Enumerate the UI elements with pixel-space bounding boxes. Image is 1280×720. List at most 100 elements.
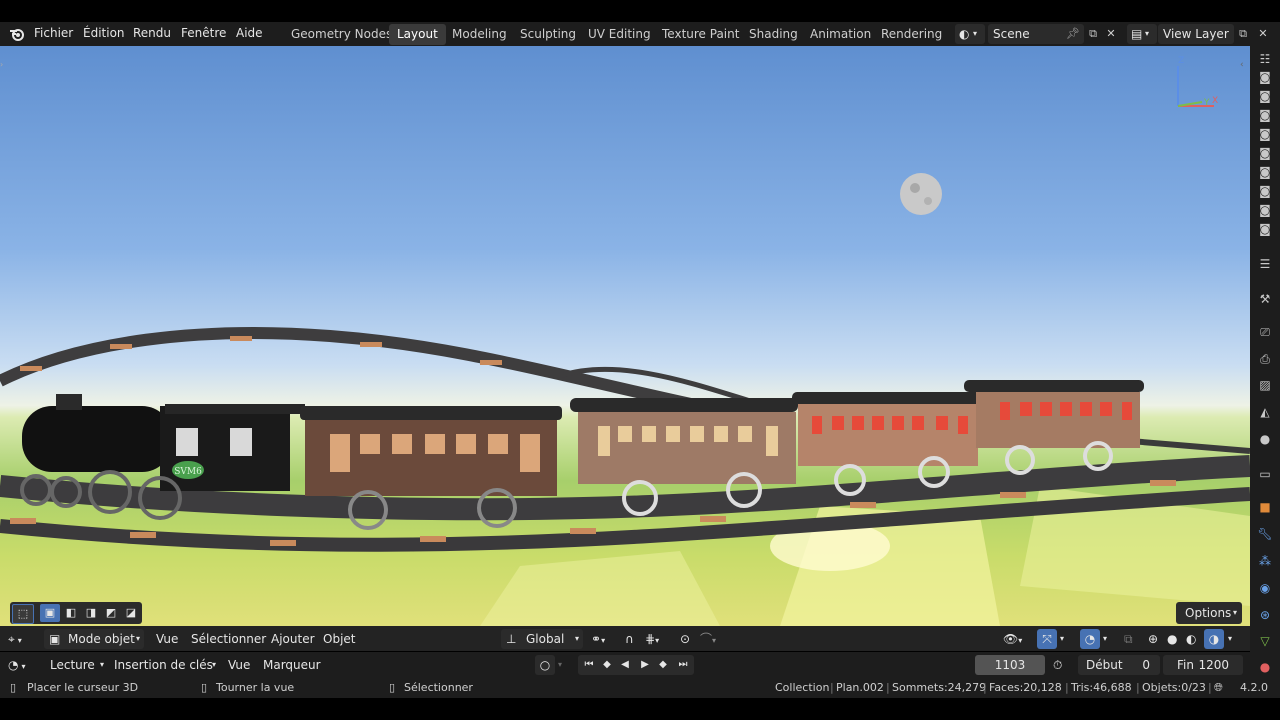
play-reverse-icon[interactable]: ◀ (616, 656, 634, 674)
material-preview-shading-icon[interactable]: ◐ (1186, 630, 1204, 648)
tab-sculpting[interactable]: Sculpting (512, 24, 584, 45)
particles-properties-icon[interactable]: ⁂ (1256, 552, 1274, 570)
auto-keying-toggle[interactable]: ○ (535, 655, 555, 675)
prev-keyframe-icon[interactable]: ◆ (598, 656, 616, 674)
camera-icon[interactable]: ◙ (1256, 220, 1274, 238)
select-difference-icon[interactable]: ◩ (102, 604, 120, 622)
camera-icon[interactable]: ◙ (1256, 163, 1274, 181)
output-properties-icon[interactable]: ⎙ (1256, 350, 1274, 368)
object-properties-icon[interactable]: ■ (1256, 498, 1274, 516)
stopwatch-icon[interactable]: ⏱ (1053, 656, 1071, 674)
tab-texture-paint[interactable]: Texture Paint (654, 24, 747, 45)
select-subtract-icon[interactable]: ◨ (82, 604, 100, 622)
tab-rendering[interactable]: Rendering (873, 24, 950, 45)
pivot-point-icon[interactable]: ⚭▾ (591, 630, 619, 648)
material-properties-icon[interactable]: ● (1256, 658, 1274, 676)
menu-rendu[interactable]: Rendu (129, 22, 175, 46)
menu-fenetre[interactable]: Fenêtre (177, 22, 230, 46)
physics-properties-icon[interactable]: ◉ (1256, 579, 1274, 597)
outliner-icon[interactable]: ☷ (1256, 50, 1274, 68)
blender-logo-icon[interactable] (8, 25, 26, 43)
transform-orientation-dropdown[interactable]: ⊥ Global ▾ (501, 629, 583, 649)
chevron-down-icon[interactable]: ▾ (1060, 630, 1072, 648)
camera-icon[interactable]: ◙ (1256, 182, 1274, 200)
chevron-down-icon[interactable]: ▾ (1228, 630, 1240, 648)
solid-shading-icon[interactable]: ● (1167, 630, 1185, 648)
keying-dropdown[interactable]: Insertion de clés ▾ (110, 655, 218, 675)
view-layer-properties-icon[interactable]: ▨ (1256, 376, 1274, 394)
chevron-down-icon[interactable]: ▾ (1103, 630, 1115, 648)
scene-properties-icon[interactable]: ◭ (1256, 403, 1274, 421)
menu-aide[interactable]: Aide (232, 22, 267, 46)
jump-start-icon[interactable]: ⏮ (580, 656, 598, 674)
new-scene-icon[interactable]: ⧉ (1084, 25, 1102, 43)
tab-shading[interactable]: Shading (741, 24, 806, 45)
select-extend-icon[interactable]: ◧ (62, 604, 80, 622)
scene-name-field[interactable]: Scene 📌︎ (988, 24, 1084, 44)
camera-icon[interactable]: ◙ (1256, 144, 1274, 162)
select-new-icon[interactable]: ▣ (40, 604, 60, 622)
rendered-shading-icon[interactable]: ◑ (1204, 629, 1224, 649)
tab-layout[interactable]: Layout (389, 24, 446, 45)
moon[interactable] (900, 173, 942, 215)
camera-icon[interactable]: ◙ (1256, 68, 1274, 86)
start-frame-field[interactable]: Début 0 (1078, 655, 1160, 675)
delete-scene-icon[interactable]: ✕ (1102, 25, 1120, 43)
view-layer-selector-button[interactable]: ▤ ▾ (1127, 24, 1157, 44)
timeline-menu-vue[interactable]: Vue (228, 656, 250, 674)
camera-icon[interactable]: ◙ (1256, 87, 1274, 105)
pin-icon[interactable]: 📌︎ (1066, 24, 1080, 44)
gizmo-z-label[interactable]: Z (1178, 56, 1184, 66)
wireframe-shading-icon[interactable]: ⊕ (1148, 630, 1166, 648)
gizmo-y-label[interactable]: Y (1204, 98, 1210, 108)
select-intersect-icon[interactable]: ◪ (122, 604, 140, 622)
navigation-gizmo[interactable]: Z Y X (1168, 56, 1224, 112)
proportional-falloff-icon[interactable]: ⌒▾ (700, 630, 728, 648)
snap-icon[interactable]: ∩ (625, 630, 643, 648)
menu-edition[interactable]: Édition (79, 22, 129, 46)
sidebar-toggle-right-icon[interactable]: ‹ (1240, 60, 1248, 74)
visibility-dropdown-icon[interactable]: 👁︎▾ (1003, 630, 1033, 648)
tool-settings-icon[interactable]: ⚒ (1256, 290, 1274, 308)
select-tool-icon[interactable]: ⬚ (12, 604, 34, 624)
camera-icon[interactable]: ◙ (1256, 201, 1274, 219)
tab-geometry-nodes[interactable]: Geometry Nodes (283, 24, 400, 45)
new-view-layer-icon[interactable]: ⧉ (1234, 25, 1252, 43)
proportional-editing-icon[interactable]: ⊙ (680, 630, 698, 648)
render-properties-icon[interactable]: ⎚ (1256, 323, 1274, 341)
xray-toggle-icon[interactable]: ⧉ (1124, 630, 1142, 648)
options-dropdown[interactable]: Options ▾ (1176, 602, 1242, 624)
data-properties-icon[interactable]: ▽ (1256, 632, 1274, 650)
menu-fichier[interactable]: Fichier (30, 22, 77, 46)
menu-vue[interactable]: Vue (156, 630, 178, 648)
current-frame-field[interactable]: 1103 (975, 655, 1045, 675)
next-keyframe-icon[interactable]: ◆ (654, 656, 672, 674)
play-icon[interactable]: ▶ (636, 656, 654, 674)
tab-uv-editing[interactable]: UV Editing (580, 24, 659, 45)
globe-icon[interactable]: 🌐︎ (1214, 680, 1223, 696)
sidebar-toggle-left-icon[interactable]: › (0, 60, 8, 74)
camera-icon[interactable]: ◙ (1256, 106, 1274, 124)
delete-view-layer-icon[interactable]: ✕ (1254, 25, 1272, 43)
gizmo-x-label[interactable]: X (1212, 96, 1218, 106)
world-properties-icon[interactable]: ● (1256, 430, 1274, 448)
camera-icon[interactable]: ◙ (1256, 125, 1274, 143)
snap-target-icon[interactable]: ⋕▾ (645, 630, 673, 648)
chevron-down-icon[interactable]: ▾ (558, 656, 570, 674)
playback-dropdown[interactable]: Lecture ▾ (46, 655, 106, 675)
menu-objet[interactable]: Objet (323, 630, 355, 648)
end-frame-field[interactable]: Fin 1200 (1163, 655, 1243, 675)
timeline-menu-marqueur[interactable]: Marqueur (263, 656, 321, 674)
constraints-properties-icon[interactable]: ⊛ (1256, 606, 1274, 624)
editor-type-button[interactable]: ⌖ ▾ (8, 629, 38, 649)
tab-animation[interactable]: Animation (802, 24, 879, 45)
view-layer-name-field[interactable]: View Layer (1158, 24, 1234, 44)
gizmo-toggle-icon[interactable]: ⤧ (1037, 629, 1057, 649)
modifier-properties-icon[interactable]: 🔧︎ (1256, 525, 1274, 543)
tab-modeling[interactable]: Modeling (444, 24, 515, 45)
properties-toggle-icon[interactable]: ☰ (1256, 255, 1274, 273)
jump-end-icon[interactable]: ⏭ (674, 656, 692, 674)
menu-ajouter[interactable]: Ajouter (271, 630, 315, 648)
scene-selector-button[interactable]: ◐ ▾ (955, 24, 985, 44)
passenger-car-4[interactable] (964, 380, 1144, 475)
